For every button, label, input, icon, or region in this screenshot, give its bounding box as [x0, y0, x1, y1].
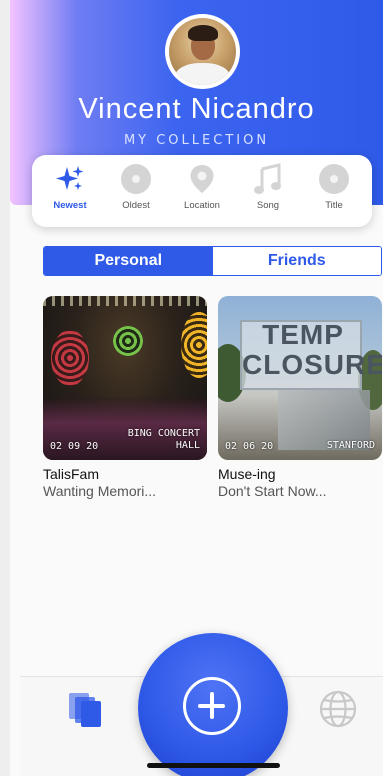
- memory-location: STANFORD: [327, 440, 375, 452]
- profile-name: Vincent Nicandro: [78, 93, 315, 125]
- sort-newest[interactable]: Newest: [38, 161, 102, 223]
- memory-date: 02 06 20: [225, 441, 274, 452]
- green-spiral-decoration: [113, 326, 143, 356]
- tab-personal[interactable]: Personal: [44, 247, 213, 275]
- record-icon: [120, 163, 152, 195]
- music-note-icon: [252, 163, 284, 195]
- stage-lights: [43, 296, 207, 306]
- sort-options-card: Newest Oldest Location Song Title: [32, 155, 372, 227]
- street-sign-text: TEMP CLOSURE: [242, 319, 382, 380]
- sort-label-oldest: Oldest: [122, 200, 150, 211]
- memory-location-line: BING CONCERT: [127, 428, 200, 439]
- memory-card[interactable]: 02 09 20 BING CONCERT HALL TalisFam Want…: [43, 296, 207, 499]
- app-screen: Vincent Nicandro MY COLLECTION Newest Ol…: [0, 0, 383, 776]
- avatar-photo: [169, 18, 236, 85]
- sort-label-newest: Newest: [53, 200, 87, 211]
- sort-label-title: Title: [325, 200, 343, 211]
- sort-label-song: Song: [256, 200, 280, 211]
- avatar[interactable]: [165, 14, 240, 89]
- sort-location[interactable]: Location: [170, 161, 234, 223]
- sparkle-icon: [54, 163, 86, 195]
- memory-location: BING CONCERT HALL: [128, 428, 200, 452]
- collection-toggle: Personal Friends: [43, 246, 382, 276]
- memory-photo[interactable]: 02 09 20 BING CONCERT HALL: [43, 296, 207, 460]
- memory-location-line: STANFORD: [326, 440, 375, 451]
- sort-oldest[interactable]: Oldest: [104, 161, 168, 223]
- record-icon: [318, 163, 350, 195]
- memory-card[interactable]: TEMP CLOSURE 02 06 20 STANFORD Muse-ing …: [218, 296, 382, 499]
- globe-icon[interactable]: [318, 689, 358, 729]
- memory-date: 02 09 20: [50, 441, 99, 452]
- sort-song[interactable]: Song: [236, 161, 300, 223]
- memory-photo[interactable]: TEMP CLOSURE 02 06 20 STANFORD: [218, 296, 382, 460]
- yellow-spiral-decoration: [181, 312, 207, 378]
- memory-location-line: HALL: [175, 440, 200, 451]
- location-pin-icon: [186, 163, 218, 195]
- red-spiral-decoration: [51, 330, 89, 386]
- memory-song: Don't Start Now...: [218, 483, 327, 499]
- memory-title: Muse-ing: [218, 466, 276, 482]
- sort-title[interactable]: Title: [302, 161, 366, 223]
- memory-title: TalisFam: [43, 466, 100, 482]
- avatar-hair: [188, 25, 218, 41]
- tab-friends[interactable]: Friends: [212, 247, 381, 275]
- add-memory-button[interactable]: [138, 633, 288, 776]
- collection-label: MY COLLECTION: [123, 133, 270, 148]
- collection-stack-icon[interactable]: [69, 693, 105, 729]
- add-circle-icon: [183, 677, 241, 735]
- sort-label-location: Location: [184, 200, 220, 211]
- home-indicator: [147, 763, 280, 768]
- avatar-shirt: [175, 63, 230, 85]
- memory-song: Wanting Memori...: [43, 483, 157, 499]
